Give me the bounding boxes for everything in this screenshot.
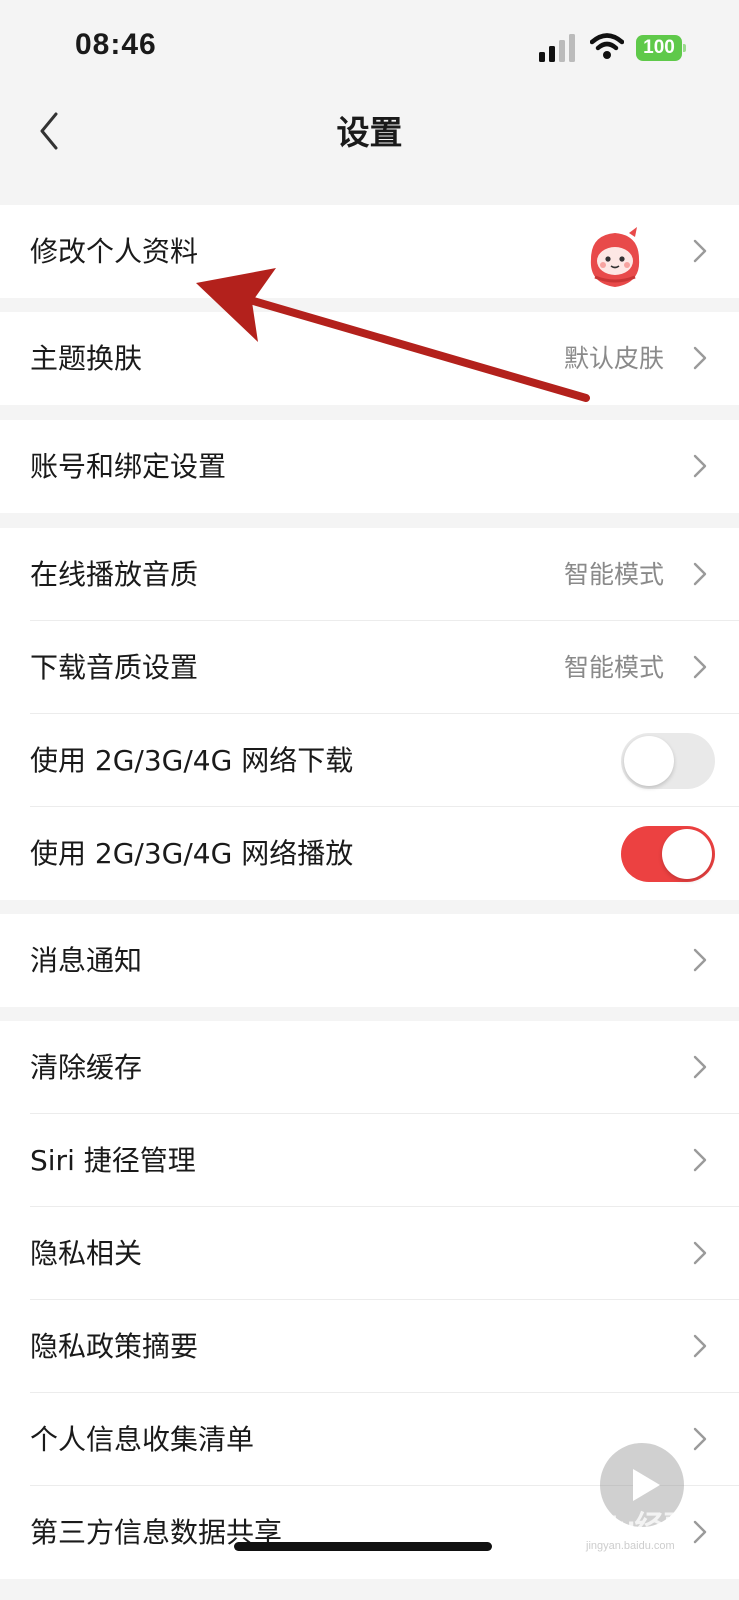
online-play-quality-row[interactable]: 在线播放音质 智能模式 (0, 528, 739, 621)
settings-group-notifications: 消息通知 (0, 914, 739, 1007)
settings-group-account: 账号和绑定设置 (0, 420, 739, 513)
row-label: 主题换肤 (30, 342, 143, 375)
row-label: 隐私政策摘要 (30, 1330, 199, 1363)
nav-bar: 设置 (0, 96, 739, 176)
row-label: 清除缓存 (30, 1051, 143, 1084)
row-value: 智能模式 (563, 653, 664, 682)
home-indicator (234, 1542, 492, 1551)
siri-shortcuts-row[interactable]: Siri 捷径管理 (0, 1114, 739, 1207)
settings-group-theme: 主题换肤 默认皮肤 (0, 312, 739, 405)
row-label: 第三方信息数据共享 (30, 1516, 283, 1549)
chevron-right-icon (693, 454, 707, 478)
page-title: 设置 (336, 113, 403, 152)
row-label: 账号和绑定设置 (30, 450, 227, 483)
cellular-play-toggle[interactable] (621, 826, 715, 882)
battery-icon: 100 (636, 35, 686, 61)
notifications-row[interactable]: 消息通知 (0, 914, 739, 1007)
chevron-right-icon (693, 655, 707, 679)
edit-profile-row[interactable]: 修改个人资料 (0, 205, 739, 298)
row-label: Siri 捷径管理 (30, 1144, 196, 1177)
account-binding-row[interactable]: 账号和绑定设置 (0, 420, 739, 513)
chevron-right-icon (693, 1427, 707, 1451)
profile-avatar[interactable] (581, 225, 649, 293)
row-label: 使用 2G/3G/4G 网络播放 (30, 837, 354, 870)
row-value: 默认皮肤 (563, 344, 664, 373)
wifi-icon (590, 33, 624, 59)
chevron-right-icon (693, 1520, 707, 1544)
cellular-download-row: 使用 2G/3G/4G 网络下载 (0, 714, 739, 807)
cellular-play-row: 使用 2G/3G/4G 网络播放 (0, 807, 739, 900)
chevron-right-icon (693, 1055, 707, 1079)
download-quality-row[interactable]: 下载音质设置 智能模式 (0, 621, 739, 714)
theme-skin-row[interactable]: 主题换肤 默认皮肤 (0, 312, 739, 405)
cellular-download-toggle[interactable] (621, 733, 715, 789)
chevron-right-icon (693, 562, 707, 586)
row-label: 个人信息收集清单 (30, 1423, 255, 1456)
chevron-right-icon (693, 1148, 707, 1172)
signal-icon (539, 34, 575, 62)
row-value: 智能模式 (563, 560, 664, 589)
settings-group-audio: 在线播放音质 智能模式 下载音质设置 智能模式 使用 2G/3G/4G 网络下载… (0, 528, 739, 900)
row-label: 隐私相关 (30, 1237, 143, 1270)
settings-group-profile: 修改个人资料 (0, 205, 739, 298)
row-label: 下载音质设置 (30, 651, 199, 684)
row-label: 消息通知 (30, 944, 143, 977)
clear-cache-row[interactable]: 清除缓存 (0, 1021, 739, 1114)
chevron-right-icon (693, 1241, 707, 1265)
status-time: 08:46 (75, 28, 157, 61)
status-bar: 08:46 100 (0, 0, 739, 96)
privacy-row[interactable]: 隐私相关 (0, 1207, 739, 1300)
row-label: 在线播放音质 (30, 558, 199, 591)
chevron-right-icon (693, 1334, 707, 1358)
row-label: 使用 2G/3G/4G 网络下载 (30, 744, 354, 777)
chevron-right-icon (693, 948, 707, 972)
chevron-right-icon (693, 239, 707, 263)
baidu-watermark-url: jingyan.baidu.com (586, 1540, 675, 1552)
row-label: 修改个人资料 (30, 235, 199, 268)
chevron-right-icon (693, 346, 707, 370)
battery-level: 100 (636, 35, 682, 61)
privacy-policy-summary-row[interactable]: 隐私政策摘要 (0, 1300, 739, 1393)
